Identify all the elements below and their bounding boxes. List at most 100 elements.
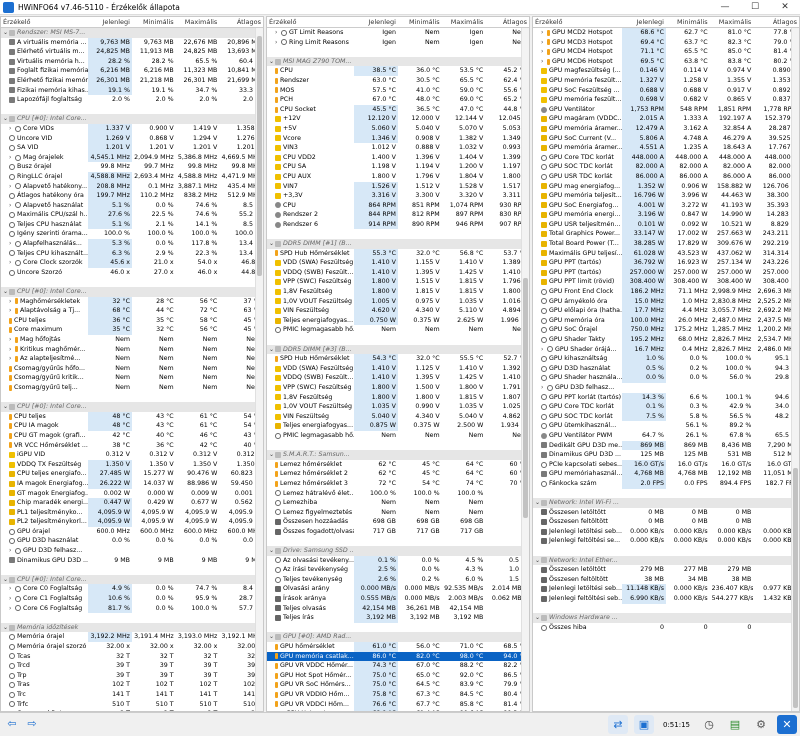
sensor-row[interactable]: Lemez hátralévő élet... 100.0 % 100.0 % 100… [267, 489, 529, 499]
back-arrow-icon[interactable]: ⇦ [4, 717, 20, 731]
sensor-row[interactable]: CPU Socket 45.5 °C 36.5 °C 47.0 °C 44.8 °C [267, 104, 529, 115]
minimize-button[interactable]: — [710, 2, 740, 12]
sensor-row[interactable]: VR VCC Hőmérséklet ... 38 °C 36 °C 42 °C 40 … [1, 441, 263, 451]
sensor-row[interactable]: › GT Limit Reasons Igen Nem Igen Nem [267, 28, 529, 38]
sensor-row[interactable]: GPU memória csatlak... 86.0 °C 82.0 °C 98.0… [267, 651, 529, 662]
sensor-row[interactable]: Teljes energiafogyas... 0.750 W 0.375 W 2.6… [267, 315, 529, 326]
sensor-row[interactable]: CPU AUX 1.800 V 1.796 V 1.804 V 1.800 V [267, 172, 529, 182]
sensor-row[interactable]: 1,0V VOUT Feszültség 1.035 V 0.990 V 1.035 … [267, 402, 529, 412]
column-header-3[interactable]: Maximális [710, 18, 754, 26]
sensor-group-row[interactable]: ⌄ MSI MAG Z790 TOM... [267, 56, 529, 67]
sensor-row[interactable]: › GPU MCD6 Hotspot 69.5 °C 63.8 °C 83.8 °C 80… [533, 56, 799, 67]
sensor-row[interactable]: › Alapfelhasználás... 5.3 % 0.0 % 117.8 % 13.… [1, 239, 263, 249]
sensor-row[interactable]: GPU D3D használat 0.0 % 0.0 % 0.0 % 0.0 % [1, 536, 263, 546]
sensor-row[interactable]: GPU Shader használa... 0.0 % 0.0 % 56.0 % 29… [533, 373, 799, 383]
sensor-row[interactable]: Jelenlegi letöltési seb... 11.148 KB/s 0.0… [533, 584, 799, 595]
sensor-row[interactable]: Teljes olvasás 42,154 MB 36,261 MB 42,154 M… [267, 603, 529, 614]
column-header-4[interactable]: Átlagos [485, 18, 529, 26]
column-header-4[interactable]: Átlagos [753, 18, 799, 26]
sensor-row[interactable]: GPU hőmérséklet 61.0 °C 56.0 °C 71.0 °C 68.5… [267, 642, 529, 652]
sensor-row[interactable]: Teljes energiafogyas... 0.875 W 0.375 W 2.5… [267, 421, 529, 431]
sensor-row[interactable]: GPU memória feszült... 0.698 V 0.682 V 0.86… [533, 95, 799, 105]
sensor-row[interactable]: › Core C6 Foglaltság 81.7 % 0.0 % 100.0 % 57.… [1, 603, 263, 614]
sensor-row[interactable]: GPU árnyékoló óra 15.0 MHz 1.0 MHz 2,830.8 … [533, 296, 799, 307]
sensor-row[interactable]: › GPU MCD2 Hotspot 68.6 °C 62.7 °C 81.0 °C 77… [533, 28, 799, 38]
sensor-row[interactable]: › Core C1 Foglaltság 10.6 % 0.0 % 95.9 % 28.7… [1, 594, 263, 604]
sensor-row[interactable]: › Alapvető használat 5.1 % 0.0 % 74.6 % 8.5 % [1, 200, 263, 211]
sensor-row[interactable]: GPU memória áramer... 4.551 A 1.235 A 18.64… [533, 143, 799, 153]
sensor-row[interactable]: 1,8V Feszültség 1.800 V 1.815 V 1.815 V 1.80… [267, 287, 529, 297]
sensor-row[interactable]: GPU D3D használat 0.5 % 0.2 % 100.0 % 94.3 % [533, 363, 799, 374]
sensor-row[interactable]: VIN Feszültség 4.620 V 4.340 V 5.110 V 4.894… [267, 306, 529, 316]
sensor-row[interactable]: GPU SoC Energiafog... 4.001 W 3.272 W 41.19… [533, 200, 799, 211]
sensor-row[interactable]: Jelenlegi letöltési seb... 0.000 KB/s 0.00… [533, 527, 799, 537]
sensor-row[interactable]: Összesen letöltött 0 MB 0 MB 0 MB [533, 508, 799, 518]
sensor-row[interactable]: VDD (SWA) Feszültség 1.410 V 1.125 V 1.410 … [267, 363, 529, 374]
sensor-row[interactable]: Lemez hőmérséklet 62 °C 45 °C 64 °C 60 °C [267, 460, 529, 470]
column-header-1[interactable]: Jelenlegi [354, 18, 398, 26]
column-header-0[interactable]: Érzékelő [533, 18, 622, 26]
sensor-row[interactable]: Csomag/gyűrű telj... Nem Nem Nem Nem [1, 383, 263, 393]
sensor-row[interactable]: › Kritikus maghőmér... Nem Nem Nem Nem [1, 345, 263, 355]
sensor-row[interactable]: › Mag órajelek 4,545.1 MHz 2,094.9 MHz 5,386… [1, 152, 263, 163]
sensor-row[interactable]: Dinamikus GPU D3D ... 9 MB 9 MB 9 MB 9 MB [1, 556, 263, 566]
sensor-row[interactable]: SPD Hub Hőmérséklet 54.3 °C 32.0 °C 55.5 °C… [267, 354, 529, 364]
sensor-row[interactable]: Maximális CPU/szál h... 27.6 % 22.5 % 74.6 … [1, 210, 263, 220]
sensor-row[interactable]: GPU SoC Órajel 750.0 MHz 175.2 MHz 1,285.7 … [533, 325, 799, 335]
sensor-row[interactable]: Lapozófájl foglaltság 2.0 % 2.0 % 2.0 % 2.0 … [1, 95, 263, 105]
sensor-group-row[interactable]: ⌄ Drive: Samsung SSD ... [267, 546, 529, 556]
sensor-row[interactable]: IA magok Energiafog... 26.222 W 14.037 W 88… [1, 478, 263, 489]
sensor-row[interactable]: Uncore Szorzó 46.0 x 27.0 x 46.0 x 44.8 x [1, 268, 263, 278]
forward-arrow-icon[interactable]: ⇨ [24, 717, 40, 731]
sensor-row[interactable]: Elérhető virtuális m... 24,825 MB 11,913 M… [1, 47, 263, 57]
sensor-row[interactable]: Rendszer 6 914 RPM 890 RPM 946 RPM 907 RPM [267, 219, 529, 230]
sensor-group-row[interactable]: ⌄ CPU [#0]: Intel Core... [1, 574, 263, 585]
scrollbar[interactable] [521, 28, 529, 711]
sensor-row[interactable]: Lemezhiba Nem Nem Nem [267, 498, 529, 508]
close-button[interactable]: ✕ [770, 2, 800, 12]
sensor-row[interactable]: Az olvasási tevékeny... 0.1 % 0.0 % 4.5 % 0.… [267, 555, 529, 566]
sensor-row[interactable]: PMIC legmagasabb hő... Nem Nem Nem Nem [267, 325, 529, 335]
sensor-row[interactable]: Összes hiba0000 [533, 623, 799, 633]
sensor-row[interactable]: GPU Core TDC korlát 0.1 % 0.3 % 42.9 % 34.0 … [533, 402, 799, 412]
sensor-row[interactable]: Dinamikus GPU D3D ... 125 MB 125 MB 531 MB 5… [533, 450, 799, 460]
sensor-row[interactable]: GPU VR SoC Hőmérs... 75.0 °C 64.5 °C 83.9 °… [267, 680, 529, 690]
column-header-3[interactable]: Maximális [442, 18, 486, 26]
sensor-row[interactable]: › Az alapteljesítmé... Nem Nem Nem Nem [1, 354, 263, 364]
sensor-row[interactable]: VIN Feszültség 5.040 V 4.340 V 5.040 V 4.862… [267, 411, 529, 422]
sensor-row[interactable]: Rendszer 2 844 RPM 812 RPM 897 RPM 830 RPM [267, 210, 529, 220]
sensor-row[interactable]: +12V 12.120 V 12.000 V 12.144 V 12.045 V [267, 114, 529, 124]
sensor-group-row[interactable]: ⌄ CPU [#0]: Intel Core... [1, 287, 263, 297]
column-header-2[interactable]: Minimális [398, 18, 442, 26]
sensor-row[interactable]: GPU PPT (tartós) 257.000 W 257.000 W 257.00… [533, 267, 799, 278]
sensor-row[interactable]: › Core Clock szorzók 45.6 x 21.0 x 54.0 x 46.… [1, 258, 263, 268]
sensor-row[interactable]: +5V 5.060 V 5.040 V 5.070 V 5.053 V [267, 123, 529, 134]
sensor-row[interactable]: Total Board Power (T... 38.285 W 17.829 W 3… [533, 239, 799, 249]
sensor-row[interactable]: CPU teljes 48 °C 43 °C 61 °C 54 °C [1, 411, 263, 422]
sensor-row[interactable]: +3,3V 3.316 V 3.300 V 3.320 V 3.311 V [267, 191, 529, 201]
sensor-row[interactable]: CPU SA 1.198 V 1.194 V 1.200 V 1.197 V [267, 162, 529, 172]
sensor-group-row[interactable]: ⌄ Network: Intel Ether... [533, 555, 799, 566]
sensor-row[interactable]: GPU Shader Takty 195.2 MHz 68.0 MHz 2,826.7… [533, 335, 799, 345]
sensor-row[interactable]: GPU mag energiafog... 1.352 W 0.906 W 158.8… [533, 181, 799, 192]
sensor-row[interactable]: Jelenlegi feltöltési se... 0.000 KB/s 0.00… [533, 536, 799, 546]
sensor-row[interactable]: Olvasási arány 0.000 MB/s 0.000 MB/s 92.535… [267, 584, 529, 595]
sensor-row[interactable]: Teljes írás 3,192 MB 3,192 MB 3,192 MB [267, 613, 529, 623]
sensor-row[interactable]: › Alapvető hatékony... 208.8 MHz 0.1 MHz 3,8… [1, 181, 263, 192]
sensor-row[interactable]: › Ring Limit Reasons Igen Nem Igen Nem [267, 38, 529, 48]
column-header-4[interactable]: Átlagos [219, 18, 263, 26]
column-header-1[interactable]: Jelenlegi [622, 18, 666, 26]
sensor-row[interactable]: Csomag/gyűrűs hőfo... Nem Nem Nem Nem [1, 364, 263, 374]
sensor-row[interactable]: GPU Ventilátor 1,753 RPM 548 RPM 1,851 RPM 1… [533, 104, 799, 115]
sensor-row[interactable]: GPU USR TDC korlát 86.000 A 86.000 A 86.000… [533, 171, 799, 182]
sensor-row[interactable]: CPU 864 RPM 851 RPM 1,074 RPM 930 RPM [267, 200, 529, 211]
sensor-row[interactable]: Tras 102 T 102 T 102 T 102 T [1, 680, 263, 690]
sensor-row[interactable]: GPU SoC Feszültség ... 0.688 V 0.688 V 0.91… [533, 85, 799, 96]
clock-icon[interactable]: ◷ [699, 715, 719, 734]
close-sensors-icon[interactable]: ✕ [777, 715, 797, 734]
sensor-row[interactable]: Virtuális memória h... 28.2 % 28.2 % 65.5 %… [1, 56, 263, 67]
sensor-group-row[interactable]: ⌄ CPU [#0]: Intel Core... [1, 114, 263, 124]
sensor-row[interactable]: Csomag/gyűrű kritik... Nem Nem Nem Nem [1, 373, 263, 383]
sensor-row[interactable]: GPU magfeszültség (... 0.146 V 0.114 V 0.97… [533, 66, 799, 76]
sensor-row[interactable]: Összesen feltöltött 0 MB 0 MB 0 MB [533, 517, 799, 527]
